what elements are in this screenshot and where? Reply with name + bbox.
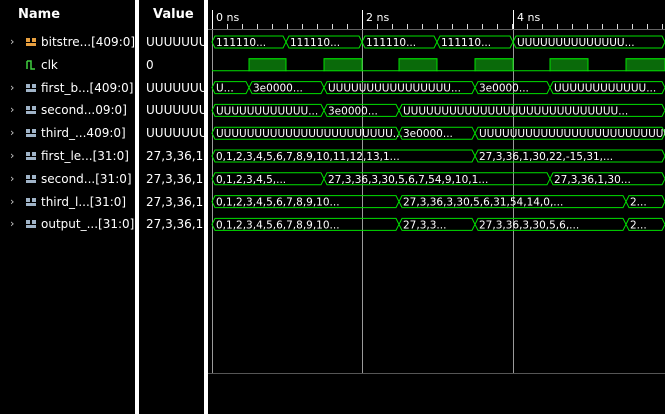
bus-value-label: 0,1,2,3,4,5,6,7,8,9,10,11,12,13,1...	[216, 151, 400, 163]
expand-chevron-icon[interactable]: ›	[10, 77, 14, 99]
signal-row[interactable]: › second...09:0]	[0, 99, 135, 121]
signal-name: second...[31:0]	[41, 171, 132, 186]
signal-value: UUUUUUU	[146, 103, 204, 118]
bus-value-label: 27,3,36,1,30...	[554, 174, 631, 186]
signal-value: 27,3,36,1	[146, 171, 204, 186]
expand-chevron-icon[interactable]: ›	[10, 168, 14, 190]
bus-icon	[26, 174, 36, 183]
signal-value: UUUUUUU	[146, 80, 204, 95]
signal-value-row[interactable]: UUUUUUU	[139, 99, 204, 121]
expand-chevron-icon[interactable]: ›	[10, 145, 14, 167]
waveform-viewer[interactable]: 0 ns 2 ns 4 ns 111110... 111110... 111110... 1…	[208, 0, 665, 414]
expand-chevron-icon[interactable]: ›	[10, 99, 14, 121]
signal-row[interactable]: › third_l...[31:0]	[0, 191, 135, 213]
clock-high-pulse	[398, 58, 438, 72]
bus-value-label: 3e0000...	[328, 105, 378, 117]
bus-value-label: U...	[216, 83, 234, 95]
bus-value-label: 27,3,36,3,30,5,6,...	[479, 219, 579, 231]
signal-value-row[interactable]: 0	[139, 54, 204, 76]
signal-name: second...09:0]	[41, 103, 127, 118]
bus-value-label: 3e0000...	[403, 128, 453, 140]
bus-value-label: 27,3,36,1,30,22,-15,31,...	[479, 151, 613, 163]
bus-value-label: UUUUUUUUUUUUUUUUUUUUUUU...	[216, 128, 403, 140]
bus-value-label: 111110...	[441, 37, 491, 49]
bus-value-label: 27,3,36,3,30,5,6,31,54,14,0,...	[403, 197, 563, 209]
bus-value-label: UUUUUUUUUUUU...	[554, 83, 656, 95]
signal-value-row[interactable]: 27,3,36,1	[139, 145, 204, 167]
bus-value-label: 0,1,2,3,4,5,...	[216, 174, 286, 186]
bus-value-label: 3e0000...	[479, 83, 529, 95]
bus-value-label: 2...	[630, 197, 647, 209]
bus-value-label: 3e0000...	[253, 83, 303, 95]
signal-value: 27,3,36,1	[146, 149, 204, 163]
clock-high-pulse	[625, 58, 665, 72]
bus-icon	[26, 197, 36, 206]
signal-value: UUUUUUU	[146, 126, 204, 141]
signal-value-row[interactable]: 27,3,36,1	[139, 191, 204, 213]
bus-value-label: 27,3,36,3,30,5,6,7,54,9,10,1...	[328, 174, 488, 186]
signal-value: 27,3,36,1	[146, 217, 204, 232]
bus-value-label: UUUUUUUUUUUUUUUUUUUUUUUUUUU...	[479, 128, 665, 140]
bus-value-label: 111110...	[366, 37, 416, 49]
signal-name: bitstre...[409:0]	[41, 35, 136, 49]
bus-orange-icon	[26, 38, 36, 46]
signal-row[interactable]: › first_b...[409:0]	[0, 77, 135, 99]
signal-name: third_l...[31:0]	[41, 194, 127, 209]
signal-value-column: Value UUUUUUU 0 UUUUUUU UUUUUUU UUUUUUU 27,3,…	[139, 0, 204, 414]
signal-value: 0	[146, 57, 154, 72]
signal-value-row[interactable]: UUUUUUU	[139, 122, 204, 144]
time-label: 4 ns	[517, 11, 540, 24]
name-column-header[interactable]: Name	[18, 0, 60, 30]
signal-value-row[interactable]: UUUUUUU	[139, 77, 204, 99]
signal-value-row[interactable]: 27,3,36,1	[139, 213, 204, 235]
bus-value-label: 2...	[630, 219, 647, 231]
signal-name: third_...409:0]	[41, 126, 126, 141]
bus-value-label: 111110...	[216, 37, 266, 49]
value-column-header[interactable]: Value	[153, 0, 194, 30]
signal-row[interactable]: clk	[0, 54, 135, 76]
clock-high-pulse	[474, 58, 514, 72]
time-label: 0 ns	[216, 11, 239, 24]
bus-icon	[26, 106, 36, 115]
signal-name: first_b...[409:0]	[41, 80, 134, 95]
signal-row[interactable]: › third_...409:0]	[0, 122, 135, 144]
signal-value: UUUUUUU	[146, 35, 204, 49]
signal-name: clk	[41, 57, 58, 72]
signal-value: 27,3,36,1	[146, 194, 204, 209]
signal-name-column: Name › bitstre...[409:0] clk › first_b...[40…	[0, 0, 135, 414]
bus-value-label: UUUUUUUUUUUUUU...	[517, 37, 635, 49]
signal-row[interactable]: › second...[31:0]	[0, 168, 135, 190]
clock-signal-icon	[26, 60, 35, 70]
signal-row[interactable]: › output_...[31:0]	[0, 213, 135, 235]
time-label: 2 ns	[366, 11, 389, 24]
expand-chevron-icon[interactable]: ›	[10, 191, 14, 213]
clock-high-pulse	[549, 58, 589, 72]
bus-value-label: 0,1,2,3,4,5,6,7,8,9,10...	[216, 219, 340, 231]
signal-name: first_le...[31:0]	[41, 149, 129, 163]
bus-icon	[26, 152, 36, 160]
bus-value-label: UUUUUUUUUUUUUUUUUUUUUUUUUUUU...	[403, 105, 628, 117]
expand-chevron-icon[interactable]: ›	[10, 122, 14, 144]
signal-row[interactable]: › bitstre...[409:0]	[0, 31, 135, 53]
bus-value-label: 0,1,2,3,4,5,6,7,8,9,10...	[216, 197, 340, 209]
clock-high-pulse	[323, 58, 363, 72]
bus-value-label: 27,3,3...	[403, 219, 446, 231]
signal-value-row[interactable]: UUUUUUU	[139, 31, 204, 53]
expand-chevron-icon[interactable]: ›	[10, 213, 14, 235]
signal-value-row[interactable]: 27,3,36,1	[139, 168, 204, 190]
signal-row[interactable]: › first_le...[31:0]	[0, 145, 135, 167]
signal-name: output_...[31:0]	[41, 217, 135, 232]
bus-value-label: 111110...	[290, 37, 340, 49]
bus-icon	[26, 129, 36, 138]
expand-chevron-icon[interactable]: ›	[10, 31, 14, 53]
bus-icon	[26, 220, 36, 229]
bus-icon	[26, 83, 36, 92]
bus-value-label: UUUUUUUUUUUUUUUU...	[328, 83, 461, 95]
bus-value-label: UUUUUUUUUUUU...	[216, 105, 318, 117]
clock-high-pulse	[248, 58, 287, 72]
